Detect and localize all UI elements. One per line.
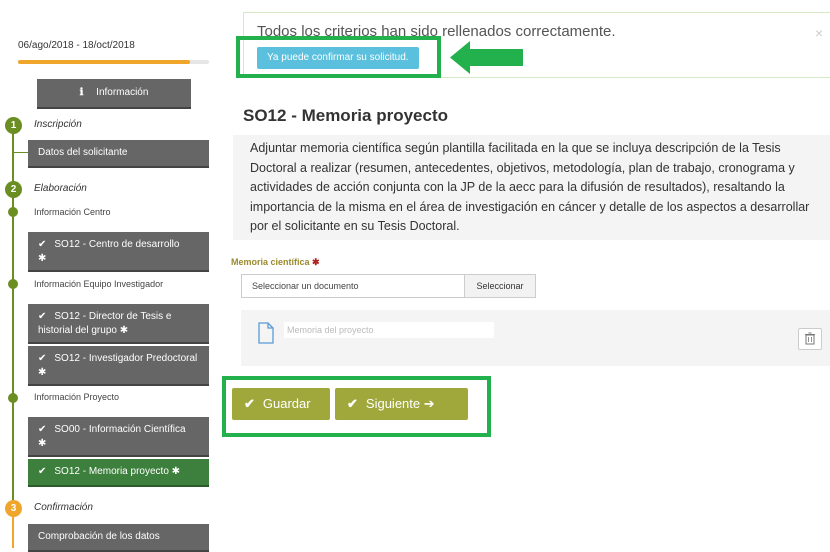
sub-dot <box>8 393 18 403</box>
sidebar-item-label: SO00 - Información Científica <box>54 424 186 435</box>
sub-label-proyecto: Información Proyecto <box>34 392 120 402</box>
check-icon: ✔ <box>38 466 47 477</box>
highlight-box-actions <box>222 376 491 437</box>
step-3-label: Confirmación <box>34 502 93 513</box>
document-name-field[interactable]: Memoria del proyecto <box>284 322 494 338</box>
sidebar-item-director-tesis[interactable]: ✔ SO12 - Director de Tesis e historial de… <box>28 304 209 344</box>
progress-bar <box>18 60 209 64</box>
progress-fill <box>18 60 190 64</box>
document-icon <box>258 322 274 344</box>
sidebar-item-label: Datos del solicitante <box>38 147 128 158</box>
required-icon: ✱ <box>38 438 47 449</box>
required-icon: ✱ <box>38 253 47 264</box>
field-label-text: Memoria científica <box>231 257 310 267</box>
close-icon[interactable]: × <box>815 25 823 41</box>
sub-label-equipo: Información Equipo Investigador <box>34 279 164 289</box>
sidebar-item-label: SO12 - Investigador Predoctoral <box>54 353 198 364</box>
sidebar-item-centro-desarrollo[interactable]: ✔ SO12 - Centro de desarrollo ✱ <box>28 232 209 272</box>
arrow-left-icon <box>450 41 523 74</box>
highlight-box-confirm <box>236 36 441 78</box>
connector <box>13 152 28 153</box>
check-icon: ✔ <box>38 424 47 435</box>
step-1-circle: 1 <box>5 117 22 134</box>
document-panel: Memoria del proyecto <box>241 310 830 366</box>
file-input[interactable]: Seleccionar un documento <box>241 274 465 298</box>
step-2-label: Elaboración <box>34 183 87 194</box>
page-title: SO12 - Memoria proyecto <box>243 106 449 125</box>
check-icon: ✔ <box>38 311 47 322</box>
sidebar-item-info-cientifica[interactable]: ✔ SO00 - Información Científica ✱ <box>28 417 209 457</box>
sub-dot <box>8 207 18 217</box>
required-icon: ✱ <box>312 257 320 267</box>
required-icon: ✱ <box>171 466 181 477</box>
step-1-label: Inscripción <box>34 119 82 130</box>
sidebar-item-label: SO12 - Director de Tesis e historial del… <box>38 311 172 336</box>
trash-icon <box>805 332 815 345</box>
sub-label-centro: Información Centro <box>34 207 111 217</box>
sidebar-item-label: SO12 - Centro de desarrollo <box>54 239 180 250</box>
field-label: Memoria científica ✱ <box>231 257 320 268</box>
sidebar: 06/ago/2018 - 18/oct/2018 ℹ Información … <box>0 0 222 552</box>
sidebar-item-datos-solicitante[interactable]: Datos del solicitante <box>28 140 209 168</box>
step-2-circle: 2 <box>5 181 22 198</box>
info-button-label: Información <box>96 87 149 98</box>
select-file-button[interactable]: Seleccionar <box>465 274 536 298</box>
description-panel: Adjuntar memoria científica según planti… <box>233 135 830 240</box>
check-icon: ✔ <box>38 353 47 364</box>
required-icon: ✱ <box>38 367 47 378</box>
check-icon: ✔ <box>38 239 47 250</box>
sidebar-item-label: Comprobación de los datos <box>38 531 160 542</box>
info-icon: ℹ <box>79 87 84 98</box>
sub-dot <box>8 279 18 289</box>
required-icon: ✱ <box>119 325 129 336</box>
step-3-circle: 3 <box>5 500 22 517</box>
sidebar-item-investigador[interactable]: ✔ SO12 - Investigador Predoctoral ✱ <box>28 346 209 386</box>
sidebar-item-label: SO12 - Memoria proyecto <box>54 466 169 477</box>
sidebar-item-memoria-proyecto[interactable]: ✔ SO12 - Memoria proyecto ✱ <box>28 459 209 487</box>
info-button[interactable]: ℹ Información <box>37 79 191 109</box>
delete-document-button[interactable] <box>798 328 822 350</box>
date-range: 06/ago/2018 - 18/oct/2018 <box>18 40 135 51</box>
